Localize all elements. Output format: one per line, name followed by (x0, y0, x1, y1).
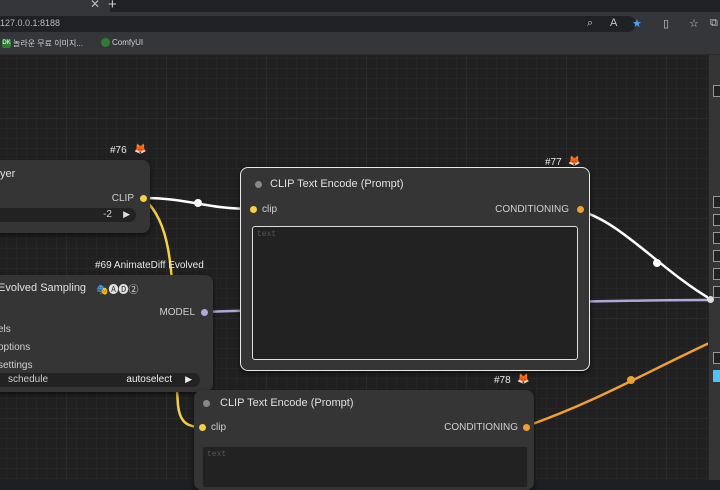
node-69[interactable]: Evolved Sampling 🎭🅐🅓② MODEL els options … (0, 275, 213, 392)
schedule-widget[interactable]: schedule autoselect ▶ (0, 373, 200, 387)
node-title: Evolved Sampling (0, 282, 87, 294)
conditioning-output-socket[interactable] (577, 206, 584, 213)
widget-input[interactable]: -2 ▶ (0, 208, 136, 222)
wire-reroute-dot (653, 259, 661, 267)
output-label: CONDITIONING (495, 204, 569, 215)
fox-icon: 🦊 (568, 156, 581, 167)
conditioning-wire-77 (576, 208, 713, 302)
prompt-textarea[interactable]: text (252, 226, 578, 360)
right-node-field[interactable] (713, 214, 720, 226)
textarea-placeholder: text (207, 450, 227, 459)
prompt-textarea[interactable]: text (202, 446, 528, 488)
right-node-toggle[interactable] (713, 370, 720, 382)
node-title: yer (0, 168, 16, 180)
input-row-label: settings (0, 360, 33, 371)
wire-reroute-dot (627, 376, 635, 384)
clip-input-socket[interactable] (199, 424, 206, 431)
clip-output-socket[interactable] (140, 195, 147, 202)
node-badge: #69 AnimateDiff Evolved (95, 260, 204, 271)
increment-arrow-icon[interactable]: ▶ (123, 209, 130, 220)
collapse-dot[interactable] (255, 181, 262, 188)
widget-value: autoselect (126, 374, 172, 385)
output-label: CLIP (111, 193, 134, 204)
fox-icon: 🦊 (517, 374, 530, 385)
output-label: CONDITIONING (444, 422, 518, 433)
right-node-field[interactable] (713, 232, 720, 244)
conditioning-output-socket[interactable] (523, 424, 530, 431)
node-badge: #78 (494, 375, 511, 386)
increment-arrow-icon[interactable]: ▶ (185, 374, 192, 385)
node-title: CLIP Text Encode (Prompt) (220, 397, 354, 409)
widget-value: -2 (103, 209, 112, 220)
right-node-field[interactable] (713, 196, 720, 208)
right-node-field[interactable] (713, 250, 720, 262)
right-node-field[interactable] (713, 268, 720, 280)
right-node-field[interactable] (713, 352, 720, 364)
input-row-label: els (0, 324, 11, 335)
right-node-field[interactable] (713, 286, 720, 298)
node-title: CLIP Text Encode (Prompt) (270, 178, 404, 190)
input-label: clip (211, 422, 227, 433)
wire-reroute-dot (194, 199, 202, 207)
widget-label: schedule (8, 374, 49, 385)
fox-icon: 🦊 (134, 144, 147, 155)
title-icons: 🎭🅐🅓② (96, 285, 139, 296)
textarea-placeholder: text (257, 230, 277, 239)
clip-input-socket[interactable] (250, 206, 257, 213)
input-row-label: options (0, 342, 31, 353)
right-node-input-socket[interactable] (707, 296, 714, 303)
node-78[interactable]: CLIP Text Encode (Prompt) clip CONDITION… (194, 390, 534, 490)
input-label: clip (262, 204, 278, 215)
node-badge: #76 (110, 145, 127, 156)
collapse-dot[interactable] (203, 400, 210, 407)
model-output-socket[interactable] (201, 309, 208, 316)
node-77[interactable]: CLIP Text Encode (Prompt) clip CONDITION… (240, 167, 590, 371)
node-76[interactable]: yer CLIP -2 ▶ (0, 160, 150, 233)
output-label: MODEL (159, 307, 195, 318)
right-node-checkbox[interactable] (713, 85, 720, 97)
